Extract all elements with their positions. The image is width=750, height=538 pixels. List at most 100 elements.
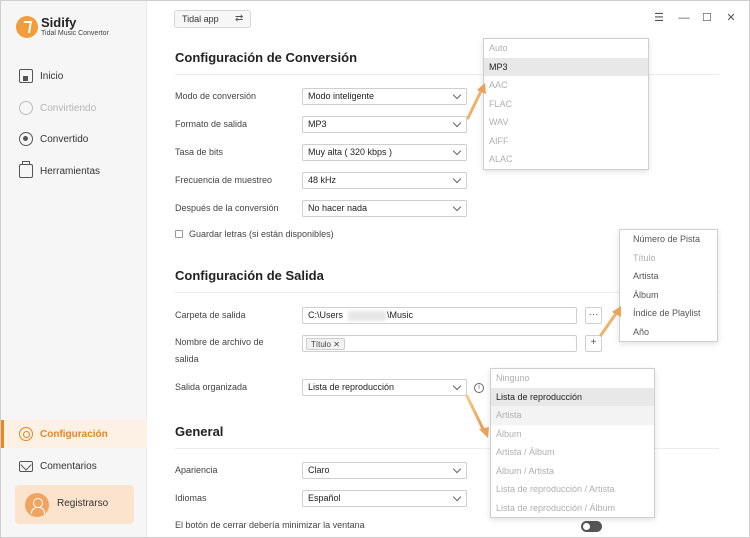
sidebar-item-herramientas[interactable]: Herramientas: [1, 157, 147, 185]
username-redaction: [348, 311, 386, 321]
app-window: Sidify Tidal Music Convertor Inicio Conv…: [0, 0, 750, 538]
swap-icon[interactable]: ⇄: [235, 13, 243, 24]
sidebar: Sidify Tidal Music Convertor Inicio Conv…: [1, 1, 147, 537]
app-logo-icon: [16, 16, 38, 38]
dropdown-option[interactable]: Auto: [484, 39, 648, 58]
chevron-down-icon: [452, 381, 462, 391]
chevron-down-icon: [452, 202, 462, 212]
dropdown-option[interactable]: AAC: [484, 76, 648, 95]
dropdown-option[interactable]: Lista de reproducción / Álbum: [491, 499, 654, 518]
sidebar-item-configuracion[interactable]: Configuración: [1, 420, 147, 448]
general-section-title: General: [175, 424, 224, 439]
filename-label-line2: salida: [175, 354, 199, 364]
filename-tag[interactable]: Título ✕: [306, 338, 345, 350]
add-filename-field-button[interactable]: +: [585, 335, 602, 352]
conversion-mode-label: Modo de conversión: [175, 91, 257, 101]
minimize-icon[interactable]: —: [677, 11, 691, 25]
filename-label-line1: Nombre de archivo de: [175, 337, 264, 347]
conversion-mode-select[interactable]: Modo inteligente: [302, 88, 467, 105]
close-icon[interactable]: ✕: [724, 11, 738, 25]
appearance-select[interactable]: Claro: [302, 462, 467, 479]
chevron-down-icon: [452, 146, 462, 156]
sidebar-item-label: Herramientas: [40, 165, 101, 177]
toolbox-icon: [19, 161, 33, 178]
source-label: Tidal app: [182, 14, 219, 24]
register-label: Registrarso: [57, 498, 109, 509]
chevron-down-icon: [452, 174, 462, 184]
sidebar-item-convirtiendo[interactable]: Convirtiendo: [1, 94, 147, 122]
output-format-select[interactable]: MP3: [302, 116, 467, 133]
appearance-label: Apariencia: [175, 465, 218, 475]
filename-dropdown: Número de Pista Título Artista Álbum Índ…: [619, 229, 718, 342]
dropdown-option[interactable]: Álbum / Artista: [491, 462, 654, 481]
bitrate-value: Muy alta ( 320 kbps ): [308, 147, 393, 157]
dropdown-option[interactable]: Número de Pista: [620, 230, 717, 249]
dropdown-option[interactable]: Álbum: [491, 425, 654, 444]
menu-icon[interactable]: ☰: [652, 11, 666, 25]
sidebar-item-comentarios[interactable]: Comentarios: [1, 452, 147, 480]
arrow-to-organized-dropdown: [465, 394, 489, 438]
dropdown-option[interactable]: Artista / Álbum: [491, 443, 654, 462]
output-folder-field[interactable]: C:\Users \Music: [302, 307, 577, 324]
dropdown-option-selected[interactable]: MP3: [484, 57, 648, 76]
dropdown-option[interactable]: Artista: [620, 267, 717, 286]
register-button[interactable]: Registrarso: [15, 485, 134, 524]
dropdown-option[interactable]: AIFF: [484, 132, 648, 151]
chevron-down-icon: [452, 90, 462, 100]
organized-output-value: Lista de reproducción: [308, 382, 395, 392]
conversion-section-title: Configuración de Conversión: [175, 50, 358, 65]
dropdown-option[interactable]: FLAC: [484, 95, 648, 114]
dropdown-option[interactable]: Ninguno: [491, 369, 654, 388]
output-folder-prefix: C:\Users: [308, 310, 344, 320]
conversion-mode-value: Modo inteligente: [308, 91, 375, 101]
language-value: Español: [308, 493, 341, 503]
sidebar-item-label: Configuración: [40, 428, 108, 440]
dropdown-option[interactable]: Artista: [491, 406, 654, 425]
organized-output-select[interactable]: Lista de reproducción: [302, 379, 467, 396]
dropdown-option[interactable]: Título: [620, 249, 717, 268]
filename-field[interactable]: Título ✕: [302, 335, 577, 352]
minimize-on-close-toggle[interactable]: [581, 521, 602, 532]
dropdown-option[interactable]: ALAC: [484, 150, 648, 169]
filename-tag-label: Título: [311, 340, 332, 349]
chevron-down-icon: [452, 464, 462, 474]
sidebar-item-label: Convirtiendo: [40, 102, 97, 114]
save-lyrics-label: Guardar letras (si están disponibles): [189, 229, 334, 239]
dropdown-option[interactable]: Lista de reproducción / Artista: [491, 480, 654, 499]
sidebar-item-label: Convertido: [40, 133, 89, 145]
organized-output-dropdown: Ninguno Lista de reproducción Artista Ál…: [490, 368, 655, 518]
sample-rate-select[interactable]: 48 kHz: [302, 172, 467, 189]
mail-icon: [19, 460, 33, 472]
dropdown-option[interactable]: Año: [620, 323, 717, 342]
chevron-down-icon: [452, 492, 462, 502]
output-format-value: MP3: [308, 119, 327, 129]
sidebar-item-inicio[interactable]: Inicio: [1, 62, 147, 90]
save-lyrics-checkbox[interactable]: [175, 230, 183, 238]
chevron-down-icon: [452, 118, 462, 128]
source-selector[interactable]: Tidal app ⇄: [174, 10, 251, 28]
avatar-icon: [25, 493, 49, 517]
format-dropdown: Auto MP3 AAC FLAC WAV AIFF ALAC: [483, 38, 649, 170]
sidebar-item-convertido[interactable]: Convertido: [1, 125, 147, 153]
dropdown-option[interactable]: WAV: [484, 113, 648, 132]
sidebar-item-label: Comentarios: [40, 460, 97, 472]
maximize-icon[interactable]: ☐: [700, 11, 714, 25]
output-folder-suffix: \Music: [387, 310, 414, 320]
settings-icon: [19, 427, 33, 441]
minimize-on-close-label: El botón de cerrar debería minimizar la …: [175, 520, 365, 530]
language-select[interactable]: Español: [302, 490, 467, 507]
dropdown-option[interactable]: Álbum: [620, 286, 717, 305]
bitrate-select[interactable]: Muy alta ( 320 kbps ): [302, 144, 467, 161]
browse-folder-button[interactable]: ···: [585, 307, 602, 324]
info-icon[interactable]: i: [474, 383, 484, 393]
home-icon: [19, 69, 33, 83]
dropdown-option-selected[interactable]: Lista de reproducción: [491, 387, 654, 406]
output-folder-label: Carpeta de salida: [175, 310, 246, 320]
dropdown-option[interactable]: Índice de Playlist: [620, 304, 717, 323]
converting-icon: [19, 101, 33, 115]
output-format-label: Formato de salida: [175, 119, 248, 129]
sidebar-item-label: Inicio: [40, 70, 64, 82]
after-conversion-select[interactable]: No hacer nada: [302, 200, 467, 217]
app-subtitle: Tidal Music Convertor: [41, 30, 109, 37]
appearance-value: Claro: [308, 465, 330, 475]
